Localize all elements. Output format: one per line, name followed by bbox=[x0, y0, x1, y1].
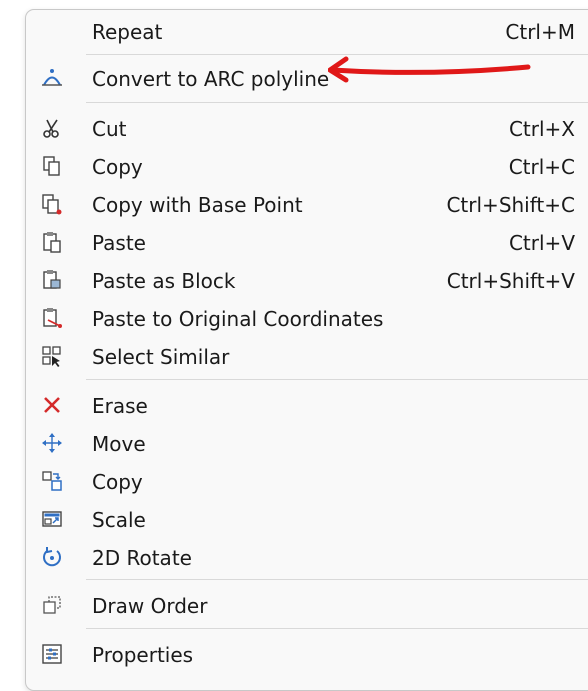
menu-item-label: Draw Order bbox=[92, 594, 208, 618]
context-menu: Repeat Ctrl+M Convert to ARC polyline Cu… bbox=[25, 9, 588, 691]
select-similar-icon bbox=[40, 344, 64, 368]
scale-icon bbox=[40, 507, 64, 531]
rotate-icon bbox=[40, 545, 64, 569]
shortcut-text: Ctrl+C bbox=[508, 155, 575, 179]
menu-item-select-similar[interactable]: Select Similar bbox=[26, 338, 588, 374]
menu-item-repeat[interactable]: Repeat Ctrl+M bbox=[26, 13, 588, 49]
menu-item-label: Properties bbox=[92, 643, 194, 667]
separator bbox=[86, 379, 588, 380]
draw-order-icon bbox=[40, 593, 64, 617]
menu-item-cut[interactable]: Cut Ctrl+X bbox=[26, 110, 588, 146]
annotation-arrow-icon bbox=[328, 56, 531, 83]
menu-item-scale[interactable]: Scale bbox=[26, 501, 588, 537]
copy-base-point-icon bbox=[40, 192, 64, 216]
shortcut-text: Ctrl+V bbox=[508, 231, 575, 255]
copy-objects-icon bbox=[40, 469, 64, 493]
menu-item-label: Erase bbox=[92, 394, 148, 418]
menu-item-properties[interactable]: Properties bbox=[26, 636, 588, 672]
menu-item-label: Paste to Original Coordinates bbox=[92, 307, 384, 331]
menu-item-label: Paste as Block bbox=[92, 269, 236, 293]
shortcut-text: Ctrl+M bbox=[505, 20, 575, 44]
separator bbox=[86, 628, 588, 629]
separator bbox=[86, 579, 588, 580]
paste-original-icon bbox=[40, 306, 64, 330]
properties-icon bbox=[40, 642, 64, 666]
menu-item-label: Copy bbox=[92, 155, 143, 179]
arc-polyline-icon bbox=[40, 66, 64, 90]
separator bbox=[86, 102, 588, 103]
menu-item-paste-as-block[interactable]: Paste as Block Ctrl+Shift+V bbox=[26, 262, 588, 298]
menu-item-paste[interactable]: Paste Ctrl+V bbox=[26, 224, 588, 260]
menu-item-draw-order[interactable]: Draw Order bbox=[26, 587, 588, 623]
menu-item-copy-base-point[interactable]: Copy with Base Point Ctrl+Shift+C bbox=[26, 186, 588, 222]
menu-item-label: Copy bbox=[92, 470, 143, 494]
menu-item-label: Copy with Base Point bbox=[92, 193, 303, 217]
menu-item-label: Cut bbox=[92, 117, 127, 141]
menu-item-paste-original-coordinates[interactable]: Paste to Original Coordinates bbox=[26, 300, 588, 336]
menu-item-label: Paste bbox=[92, 231, 146, 255]
menu-item-2d-rotate[interactable]: 2D Rotate bbox=[26, 539, 588, 575]
menu-item-label: Select Similar bbox=[92, 345, 230, 369]
menu-item-label: 2D Rotate bbox=[92, 546, 192, 570]
menu-item-label: Repeat bbox=[92, 20, 163, 44]
paste-block-icon bbox=[40, 268, 64, 292]
menu-item-label: Convert to ARC polyline bbox=[92, 67, 330, 91]
menu-item-label: Move bbox=[92, 432, 146, 456]
menu-item-copy-modify[interactable]: Copy bbox=[26, 463, 588, 499]
menu-item-erase[interactable]: Erase bbox=[26, 387, 588, 423]
erase-x-icon bbox=[40, 393, 64, 417]
menu-item-label: Scale bbox=[92, 508, 146, 532]
menu-item-copy[interactable]: Copy Ctrl+C bbox=[26, 148, 588, 184]
shortcut-text: Ctrl+Shift+C bbox=[446, 193, 575, 217]
shortcut-text: Ctrl+Shift+V bbox=[446, 269, 575, 293]
copy-icon bbox=[40, 154, 64, 178]
menu-item-move[interactable]: Move bbox=[26, 425, 588, 461]
move-arrows-icon bbox=[40, 431, 64, 455]
paste-icon bbox=[40, 230, 64, 254]
shortcut-text: Ctrl+X bbox=[508, 117, 575, 141]
scissors-icon bbox=[40, 116, 64, 140]
